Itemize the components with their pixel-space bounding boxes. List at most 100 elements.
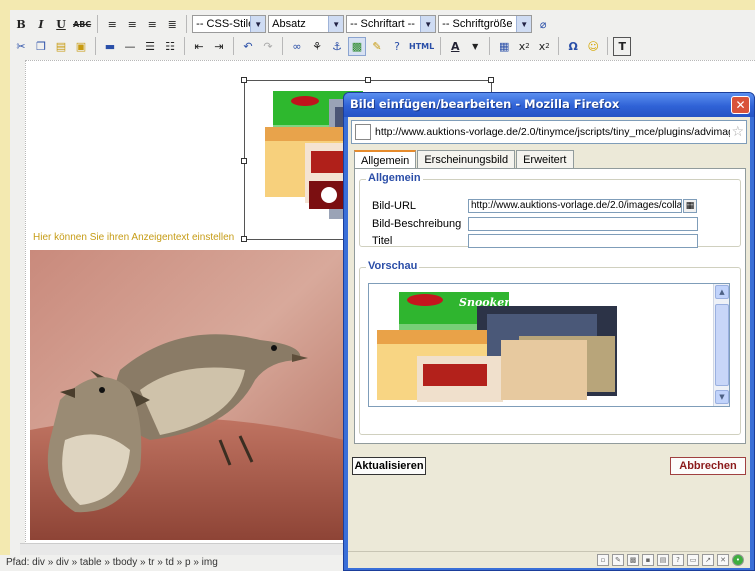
browse-icon[interactable]: ▦: [683, 199, 697, 213]
print-icon: ▤: [657, 554, 669, 566]
editor-left-border: [0, 10, 10, 571]
undo-icon[interactable]: ↶: [239, 37, 257, 56]
update-button[interactable]: Aktualisieren: [352, 457, 426, 475]
align-justify-icon[interactable]: ≣: [163, 15, 181, 34]
html-source-icon[interactable]: HTML: [408, 37, 435, 56]
cut-icon[interactable]: ✂: [12, 37, 30, 56]
link-icon[interactable]: ∞: [288, 37, 306, 56]
font-family-select-value: -- Schriftart --: [350, 18, 415, 30]
resize-handle[interactable]: [488, 77, 494, 83]
numbered-list-icon[interactable]: ☷: [161, 37, 179, 56]
element-path: Pfad: div » div » table » tbody » tr » t…: [0, 555, 345, 571]
special-char-icon[interactable]: Ω: [564, 37, 582, 56]
preview-scrollbar[interactable]: ▲ ▼: [713, 284, 729, 406]
css-style-select[interactable]: -- CSS-Stile -- ▼: [192, 15, 267, 33]
cleanup-icon[interactable]: ⌀: [534, 15, 552, 34]
sparrow-photo[interactable]: [30, 250, 344, 540]
scroll-thumb[interactable]: [715, 304, 729, 386]
scroll-down-icon[interactable]: ▼: [715, 390, 729, 404]
anzeige-text: Hier können Sie ihren Anzeigentext einst…: [33, 232, 235, 243]
line-icon[interactable]: —: [121, 37, 139, 56]
star-icon[interactable]: ☆: [731, 124, 744, 140]
horizontal-rule-icon[interactable]: ▬: [101, 37, 119, 56]
toolbar-separator: [607, 37, 609, 55]
dialog-tabs: Allgemein Erscheinungsbild Erweitert: [354, 150, 574, 169]
superscript-button[interactable]: x2: [535, 37, 553, 56]
editor-top-border: [0, 0, 755, 10]
underline-button[interactable]: U: [52, 15, 70, 34]
cancel-button[interactable]: Abbrechen: [670, 457, 746, 475]
tab-erweitert[interactable]: Erweitert: [516, 150, 574, 168]
horizontal-scrollbar[interactable]: [20, 543, 345, 555]
tab-erscheinungsbild[interactable]: Erscheinungsbild: [417, 150, 516, 168]
tab-panel: Allgemein Bild-URL http://www.auktions-v…: [354, 168, 746, 444]
window-icon: ▭: [687, 554, 699, 566]
align-center-icon[interactable]: ≡: [123, 15, 141, 34]
bullet-list-icon[interactable]: ☰: [141, 37, 159, 56]
paste-icon[interactable]: ▤: [52, 37, 70, 56]
chevron-down-icon: ▼: [420, 16, 436, 32]
preview-collage-image: Snooker: [369, 284, 715, 406]
image-url-input[interactable]: http://www.auktions-vorlage.de/2.0/image…: [468, 199, 682, 213]
resize-handle[interactable]: [241, 77, 247, 83]
save-icon: ▪: [642, 554, 654, 566]
align-left-icon[interactable]: ≡: [103, 15, 121, 34]
tab-allgemein[interactable]: Allgemein: [354, 150, 417, 169]
resize-handle[interactable]: [241, 158, 247, 164]
resize-handle[interactable]: [241, 236, 247, 242]
close-icon[interactable]: ✕: [731, 96, 750, 114]
format-select-value: Absatz: [272, 18, 306, 30]
toolbar-separator: [186, 15, 188, 33]
image-description-input[interactable]: [468, 217, 698, 231]
toolbar-separator: [558, 37, 560, 55]
toolbar-separator: [95, 37, 96, 55]
anchor-icon[interactable]: ⚓: [328, 37, 346, 56]
font-size-select[interactable]: -- Schriftgröße -- ▼: [438, 15, 533, 33]
image-preview[interactable]: Snooker ▲ ▼: [368, 283, 730, 407]
chevron-down-icon[interactable]: ▼: [466, 37, 484, 56]
outdent-icon[interactable]: ⇤: [190, 37, 208, 56]
sparrow-image: [30, 250, 344, 540]
format-select[interactable]: Absatz ▼: [268, 15, 345, 33]
image-url-label: Bild-URL: [372, 200, 417, 212]
help-icon: ?: [672, 554, 684, 566]
chevron-down-icon: ▼: [516, 16, 532, 32]
indent-icon[interactable]: ⇥: [210, 37, 228, 56]
image-title-input[interactable]: [468, 234, 698, 248]
copy-icon[interactable]: ❐: [32, 37, 50, 56]
italic-button[interactable]: I: [32, 15, 50, 34]
strikethrough-button[interactable]: ABC: [72, 15, 92, 34]
font-family-select[interactable]: -- Schriftart -- ▼: [346, 15, 437, 33]
table-icon[interactable]: ▦: [495, 37, 513, 56]
dialog-titlebar[interactable]: Bild einfügen/bearbeiten - Mozilla Firef…: [344, 93, 754, 117]
page-icon: [355, 124, 371, 140]
scroll-up-icon[interactable]: ▲: [715, 285, 729, 299]
text-color-icon[interactable]: A: [446, 37, 464, 56]
resize-handle[interactable]: [365, 77, 371, 83]
image-icon: ▩: [627, 554, 639, 566]
fullscreen-icon[interactable]: T: [613, 36, 632, 56]
dialog-url: http://www.auktions-vorlage.de/2.0/tinym…: [375, 126, 730, 138]
redo-icon[interactable]: ↷: [259, 37, 277, 56]
bold-button[interactable]: B: [12, 15, 30, 34]
align-right-icon[interactable]: ≡: [143, 15, 161, 34]
toolbar-row-2: ✂ ❐ ▤ ▣ ▬ — ☰ ☷ ⇤ ⇥ ↶ ↷ ∞ ⚘ ⚓ ▩ ✎ ? HTML…: [12, 35, 632, 57]
help-icon[interactable]: ?: [388, 37, 406, 56]
preview-legend: Vorschau: [366, 260, 420, 272]
general-fieldset: Allgemein Bild-URL http://www.auktions-v…: [359, 172, 741, 248]
toolbar-separator: [184, 37, 185, 55]
image-title-label: Titel: [372, 235, 393, 247]
image-icon[interactable]: ▩: [348, 36, 366, 56]
paste-word-icon[interactable]: ▣: [72, 37, 90, 56]
image-dialog: Bild einfügen/bearbeiten - Mozilla Firef…: [343, 92, 755, 571]
resize-icon: ↗: [702, 554, 714, 566]
dialog-body: http://www.auktions-vorlage.de/2.0/tinym…: [348, 117, 750, 568]
subscript-button[interactable]: x2: [515, 37, 533, 56]
image-description-label: Bild-Beschreibung: [372, 218, 462, 230]
page-icon: ▫: [597, 554, 609, 566]
cleanup-brush-icon[interactable]: ✎: [368, 37, 386, 56]
dialog-url-bar: http://www.auktions-vorlage.de/2.0/tinym…: [351, 120, 747, 144]
unlink-icon[interactable]: ⚘: [308, 37, 326, 56]
toolbar-separator: [440, 37, 442, 55]
emoticon-icon[interactable]: ☺: [584, 37, 602, 56]
